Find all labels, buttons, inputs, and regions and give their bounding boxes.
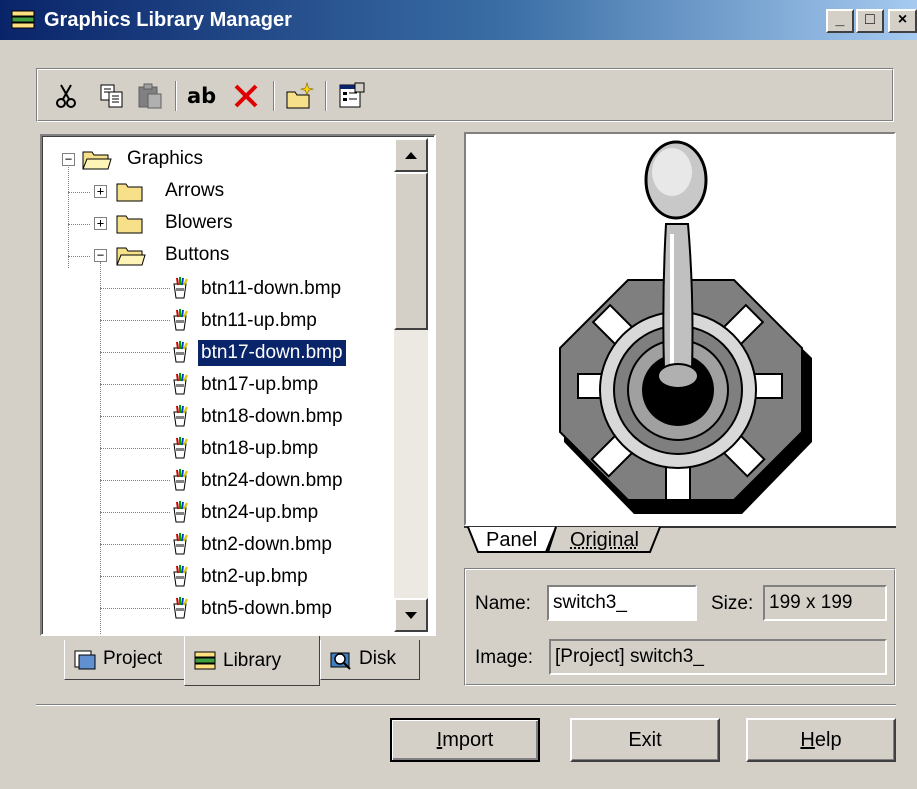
properties-icon[interactable]	[337, 81, 367, 111]
bitmap-file-icon	[173, 373, 188, 395]
maximize-button[interactable]: □	[856, 9, 884, 33]
exit-button[interactable]: Exit	[570, 718, 720, 762]
tree-file-item[interactable]: btn18-up.bmp	[198, 436, 321, 462]
minimize-button[interactable]: _	[826, 9, 854, 33]
scroll-up-button[interactable]	[394, 138, 428, 172]
tree-connector	[100, 576, 170, 577]
tree-connector	[100, 480, 170, 481]
folder-icon	[116, 215, 143, 234]
library-icon	[194, 651, 216, 670]
joystick-switch-image	[559, 140, 812, 514]
new-folder-icon[interactable]	[285, 81, 315, 111]
tree-file-item[interactable]: btn24-down.bmp	[198, 468, 346, 494]
tab-project-label: Project	[103, 648, 163, 669]
name-label: Name:	[475, 593, 531, 614]
size-label: Size:	[711, 593, 754, 614]
tree-connector	[100, 416, 170, 417]
image-preview	[464, 132, 896, 526]
expand-blowers-icon[interactable]: +	[94, 217, 107, 230]
bitmap-file-icon	[173, 565, 188, 587]
bitmap-file-icon	[173, 341, 188, 363]
bitmap-file-icon	[173, 533, 188, 555]
tree-connector	[100, 352, 170, 353]
import-button[interactable]: Import	[390, 718, 540, 762]
window-title: Graphics Library Manager	[44, 9, 292, 31]
scroll-thumb[interactable]	[394, 172, 428, 330]
scroll-down-button[interactable]	[394, 598, 428, 632]
maximize-icon: □	[865, 11, 875, 28]
graphics-library-manager-window: Graphics Library Manager _ □ × ab − Grap…	[0, 0, 917, 789]
tree-connector	[100, 448, 170, 449]
tab-project[interactable]: Project	[64, 640, 186, 680]
image-info-group: Name: switch3_ Size: 199 x 199 Image: [P…	[464, 568, 896, 686]
bitmap-file-icon	[173, 277, 188, 299]
name-field[interactable]: switch3_	[547, 585, 697, 621]
collapse-buttons-icon[interactable]: −	[94, 249, 107, 262]
bitmap-file-icon	[173, 309, 188, 331]
image-field: [Project] switch3_	[549, 639, 887, 675]
disk-search-icon	[330, 652, 351, 670]
preview-tabs: Panel Original	[464, 526, 896, 556]
tab-disk[interactable]: Disk	[320, 640, 420, 680]
bitmap-file-icon	[173, 405, 188, 427]
tree-root-graphics[interactable]: Graphics	[124, 146, 206, 172]
arrow-up-icon	[405, 152, 417, 159]
arrow-down-icon	[405, 612, 417, 619]
tree-file-item[interactable]: btn17-down.bmp	[197, 339, 347, 367]
tree-folder-blowers[interactable]: Blowers	[162, 210, 236, 236]
tree-file-item[interactable]: btn2-down.bmp	[198, 532, 335, 558]
tree-file-item[interactable]: btn18-down.bmp	[198, 404, 346, 430]
graphics-tree[interactable]: − Graphics + Arrows + Blowers − Buttons …	[40, 134, 436, 636]
collapse-graphics-icon[interactable]: −	[62, 153, 75, 166]
title-bar[interactable]: Graphics Library Manager _ □ ×	[0, 0, 917, 40]
tree-file-item[interactable]: btn2-up.bmp	[198, 564, 311, 590]
bitmap-file-icon	[173, 597, 188, 619]
open-folder-icon	[116, 247, 146, 266]
separator	[36, 704, 896, 706]
minimize-icon: _	[835, 11, 845, 28]
image-label: Image:	[475, 647, 534, 668]
tree-connector	[100, 384, 170, 385]
copy-icon[interactable]	[97, 81, 127, 111]
tree-file-item[interactable]: btn11-down.bmp	[198, 276, 344, 302]
tab-library[interactable]: Library	[184, 636, 320, 686]
open-folder-icon	[82, 151, 112, 170]
tree-scrollbar[interactable]	[394, 138, 428, 632]
delete-icon[interactable]	[231, 81, 261, 111]
size-field: 199 x 199	[763, 585, 887, 621]
toolbar: ab	[36, 68, 894, 122]
tree-file-item[interactable]: btn24-up.bmp	[198, 500, 321, 526]
tree-file-item[interactable]: btn11-up.bmp	[198, 308, 320, 334]
tree-connector	[100, 608, 170, 609]
bitmap-file-icon	[173, 469, 188, 491]
rename-icon[interactable]: ab	[187, 81, 217, 111]
library-app-icon	[11, 10, 35, 29]
tree-connector	[100, 544, 170, 545]
tab-disk-label: Disk	[359, 648, 396, 669]
tab-panel[interactable]: Panel	[486, 526, 537, 554]
close-icon: ×	[897, 11, 908, 28]
tab-library-label: Library	[223, 650, 282, 671]
tree-connector	[100, 320, 170, 321]
scissors-icon[interactable]	[51, 81, 81, 111]
tab-original[interactable]: Original	[570, 526, 639, 554]
tree-connector	[100, 288, 170, 289]
tree-file-item[interactable]: btn5-down.bmp	[198, 596, 335, 622]
expand-arrows-icon[interactable]: +	[94, 185, 107, 198]
paste-icon[interactable]	[135, 81, 165, 111]
bitmap-file-icon	[173, 501, 188, 523]
tree-connector	[100, 512, 170, 513]
close-button[interactable]: ×	[888, 9, 917, 33]
tree-file-item[interactable]: btn17-up.bmp	[198, 372, 321, 398]
help-button[interactable]: Help	[746, 718, 896, 762]
project-icon	[74, 650, 96, 670]
tree-folder-buttons[interactable]: Buttons	[162, 242, 232, 268]
tree-folder-arrows[interactable]: Arrows	[162, 178, 227, 204]
folder-icon	[116, 183, 143, 202]
bitmap-file-icon	[173, 437, 188, 459]
